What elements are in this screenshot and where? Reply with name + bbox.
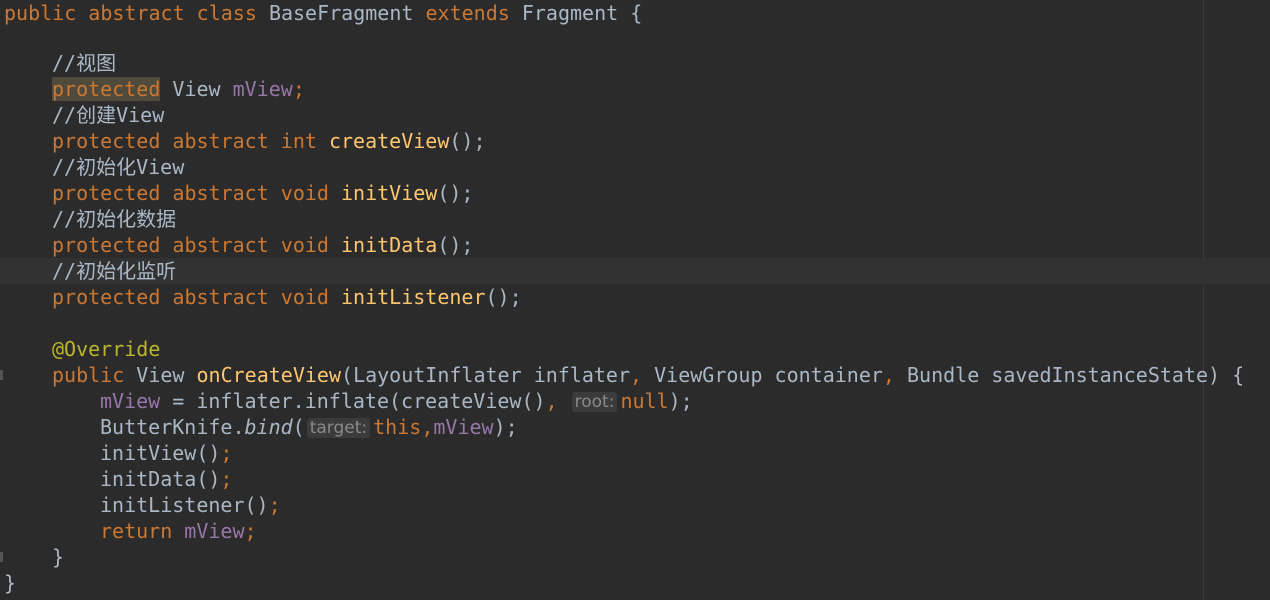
- keyword-abstract: abstract: [88, 1, 185, 25]
- code-line-inflate-assignment[interactable]: mView = inflater.inflate(createView(), r…: [0, 388, 1270, 414]
- keyword-void: void: [280, 285, 329, 309]
- param-type-bundle: Bundle: [907, 363, 980, 387]
- code-line-method-close[interactable]: }: [0, 544, 1270, 570]
- keyword-protected-highlighted: protected: [52, 77, 161, 101]
- keyword-abstract: abstract: [172, 181, 269, 205]
- annotation-override: @Override: [52, 337, 161, 361]
- code-line-init-listener[interactable]: protected abstract void initListener();: [0, 284, 1270, 310]
- code-line-return[interactable]: return mView;: [0, 518, 1270, 544]
- param-name-container: container: [774, 363, 883, 387]
- param-name-inflater: inflater: [533, 363, 631, 387]
- call-initview: initView(): [100, 441, 221, 465]
- paren-semicolon: ();: [449, 129, 486, 153]
- keyword-this: this: [373, 415, 422, 439]
- comma: ,: [421, 415, 434, 439]
- type-view: View: [172, 77, 221, 101]
- code-line-override-annotation[interactable]: @Override: [0, 336, 1270, 362]
- code-line-field-mview[interactable]: protected View mView;: [0, 76, 1270, 102]
- keyword-void: void: [280, 233, 329, 257]
- keyword-int: int: [280, 129, 317, 153]
- fold-marker-icon[interactable]: [0, 370, 3, 380]
- keyword-abstract: abstract: [172, 233, 269, 257]
- comment-text: //初始化数据: [52, 207, 177, 231]
- keyword-protected: protected: [52, 233, 161, 257]
- code-line-class-declaration[interactable]: public abstract class BaseFragment exten…: [0, 0, 1270, 26]
- paren-semicolon: ();: [437, 181, 474, 205]
- close-paren-semicolon: );: [668, 389, 693, 413]
- inflate-call: = inflater.inflate(createView(): [160, 389, 546, 413]
- method-name-oncreateview: onCreateView: [196, 363, 342, 387]
- method-name-createview: createView: [328, 129, 450, 153]
- semicolon: ;: [268, 493, 281, 517]
- param-type-viewgroup: ViewGroup: [654, 363, 763, 387]
- comment-text: //视图: [52, 51, 117, 75]
- method-name-initview: initView: [341, 181, 438, 205]
- return-type-view: View: [136, 363, 185, 387]
- keyword-null: null: [620, 389, 669, 413]
- open-paren: (: [341, 363, 354, 387]
- keyword-protected: protected: [52, 285, 161, 309]
- close-brace: }: [52, 545, 65, 569]
- call-initlistener: initListener(): [100, 493, 269, 517]
- keyword-public: public: [52, 363, 125, 387]
- class-name: BaseFragment: [268, 1, 414, 25]
- code-line-class-close[interactable]: }: [0, 570, 1270, 596]
- keyword-protected: protected: [52, 129, 161, 153]
- keyword-extends: extends: [425, 1, 510, 25]
- semicolon: ;: [220, 467, 233, 491]
- keyword-abstract: abstract: [172, 285, 269, 309]
- code-line-comment-init-view[interactable]: //初始化View: [0, 154, 1270, 180]
- static-method-bind: bind: [244, 415, 293, 439]
- comment-text: //初始化View: [52, 155, 185, 179]
- parameter-hint-root: root:: [571, 392, 618, 412]
- field-mview: mView: [433, 415, 494, 439]
- method-name-initdata: initData: [341, 233, 438, 257]
- code-line-init-view[interactable]: protected abstract void initView();: [0, 180, 1270, 206]
- comment-text: //初始化监听: [52, 259, 177, 283]
- code-line-comment-init-data[interactable]: //初始化数据: [0, 206, 1270, 232]
- semicolon: ;: [220, 441, 233, 465]
- paren-semicolon: ();: [437, 233, 474, 257]
- comment-text: //创建View: [52, 103, 165, 127]
- paren-semicolon: ();: [485, 285, 522, 309]
- parameter-hint-target: target:: [306, 418, 371, 438]
- keyword-abstract: abstract: [172, 129, 269, 153]
- field-mview: mView: [184, 519, 245, 543]
- close-paren-semicolon: );: [493, 415, 518, 439]
- code-line-comment-init-listener-current[interactable]: //初始化监听: [0, 258, 1270, 284]
- fold-marker-icon[interactable]: [0, 552, 3, 562]
- call-initdata: initData(): [100, 467, 221, 491]
- code-line-init-data[interactable]: protected abstract void initData();: [0, 232, 1270, 258]
- code-line-butterknife-bind[interactable]: ButterKnife.bind(target: this,mView);: [0, 414, 1270, 440]
- field-mview: mView: [100, 389, 161, 413]
- keyword-void: void: [280, 181, 329, 205]
- close-brace: }: [4, 571, 17, 595]
- class-butterknife: ButterKnife.: [100, 415, 245, 439]
- code-line-comment-view[interactable]: //视图: [0, 50, 1270, 76]
- code-line-call-initdata[interactable]: initData();: [0, 466, 1270, 492]
- code-editor[interactable]: public abstract class BaseFragment exten…: [0, 0, 1270, 600]
- comma: ,: [545, 389, 558, 413]
- field-mview: mView: [232, 77, 293, 101]
- code-line-create-view[interactable]: protected abstract int createView();: [0, 128, 1270, 154]
- comma: ,: [882, 363, 895, 387]
- keyword-class: class: [196, 1, 257, 25]
- code-line-call-initview[interactable]: initView();: [0, 440, 1270, 466]
- code-line-oncreateview-signature[interactable]: public View onCreateView(LayoutInflater …: [0, 362, 1270, 388]
- keyword-protected: protected: [52, 181, 161, 205]
- semicolon: ;: [292, 77, 305, 101]
- param-type-layoutinflater: LayoutInflater: [353, 363, 522, 387]
- semicolon: ;: [244, 519, 257, 543]
- open-paren: (: [292, 415, 305, 439]
- param-name-savedinstancestate: savedInstanceState: [991, 363, 1209, 387]
- keyword-return: return: [100, 519, 173, 543]
- open-brace: {: [630, 1, 643, 25]
- close-paren-brace: ) {: [1208, 363, 1245, 387]
- code-line-comment-create[interactable]: //创建View: [0, 102, 1270, 128]
- superclass-name: Fragment: [521, 1, 619, 25]
- comma: ,: [630, 363, 643, 387]
- code-line-call-initlistener[interactable]: initListener();: [0, 492, 1270, 518]
- keyword-public: public: [4, 1, 77, 25]
- method-name-initlistener: initListener: [341, 285, 486, 309]
